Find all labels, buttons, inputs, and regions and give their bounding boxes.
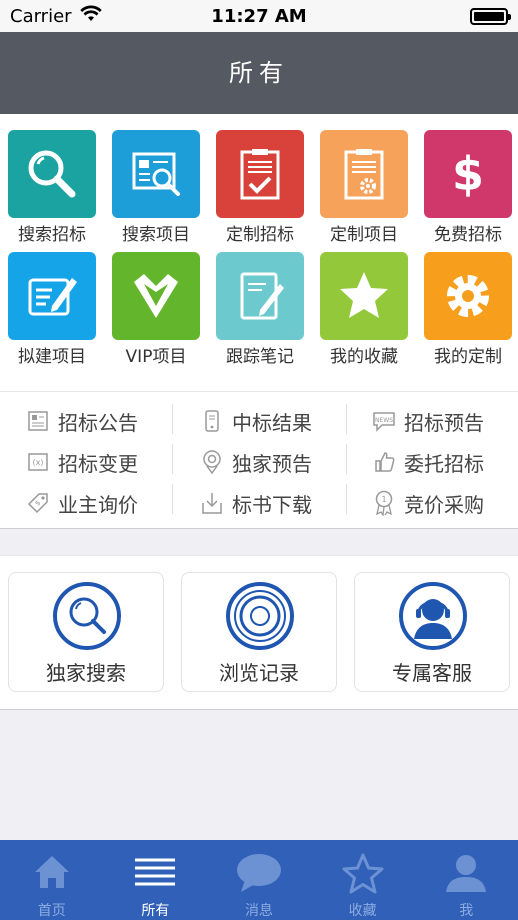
- battery-icon: [470, 8, 511, 25]
- clipboard-gear-icon: [320, 130, 408, 218]
- divider: [172, 444, 173, 474]
- service-cards: 独家搜索 浏览记录 专属客服: [0, 555, 518, 710]
- category-label: 竞价采购: [404, 492, 484, 517]
- tab-home[interactable]: 首页: [0, 840, 104, 920]
- category-label: 招标公告: [58, 410, 138, 435]
- tab-label: 消息: [244, 903, 273, 919]
- card-browsing-history[interactable]: 浏览记录: [181, 572, 337, 692]
- feature-grid: 搜索招标 搜索项目 定制招标 定制项目 $ 免费招标 拟建项目 VIP项目 跟踪…: [0, 114, 518, 391]
- grid-item-label: 我的定制: [434, 347, 502, 367]
- category-bid-announcements[interactable]: 招标公告: [26, 401, 138, 441]
- category-label: 招标变更: [58, 451, 138, 476]
- svg-text:$: $: [33, 499, 42, 508]
- diamond-icon: [112, 252, 200, 340]
- card-customer-service[interactable]: 专属客服: [354, 572, 510, 692]
- user-icon: [414, 852, 518, 894]
- navigation-bar: 所有: [0, 32, 518, 114]
- edit-document-icon: [8, 252, 96, 340]
- svg-text:$: $: [452, 147, 484, 201]
- card-label: 独家搜索: [46, 661, 126, 685]
- document-list-icon: [26, 409, 50, 433]
- category-tender-downloads[interactable]: 标书下载: [200, 483, 312, 523]
- notebook-pen-icon: [216, 252, 304, 340]
- tab-messages[interactable]: 消息: [207, 840, 311, 920]
- grid-item-custom-projects[interactable]: 定制项目: [316, 114, 420, 245]
- search-icon: [8, 130, 96, 218]
- category-label: 标书下载: [232, 492, 312, 517]
- tab-all[interactable]: 所有: [104, 840, 208, 920]
- award-ribbon-icon: 1: [372, 490, 396, 516]
- divider: [346, 484, 347, 514]
- category-label: 业主询价: [58, 492, 138, 517]
- clipboard-check-icon: [216, 130, 304, 218]
- phone-doc-icon: [200, 409, 224, 433]
- category-label: 独家预告: [232, 451, 312, 476]
- grid-item-custom-bids[interactable]: 定制招标: [212, 114, 316, 245]
- grid-item-tracking-notes[interactable]: 跟踪笔记: [212, 236, 316, 367]
- customer-service-icon: [398, 581, 468, 651]
- clock: 11:27 AM: [211, 6, 307, 27]
- divider: [346, 404, 347, 434]
- grid-item-free-bids[interactable]: $ 免费招标: [420, 114, 518, 245]
- search-circle-icon: [52, 581, 122, 651]
- divider: [172, 484, 173, 514]
- category-bid-procurement[interactable]: 1 竞价采购: [372, 483, 484, 523]
- grid-item-search-bids[interactable]: 搜索招标: [4, 114, 108, 245]
- category-bid-changes[interactable]: (x) 招标变更: [26, 442, 138, 482]
- category-label: 中标结果: [232, 410, 312, 435]
- status-bar: Carrier 11:27 AM: [0, 0, 518, 32]
- svg-text:NEWS: NEWS: [375, 417, 393, 424]
- category-bid-previews[interactable]: NEWS 招标预告: [372, 401, 484, 441]
- grid-item-label: VIP项目: [125, 347, 187, 367]
- download-icon: [200, 491, 224, 515]
- tab-label: 我: [459, 903, 474, 919]
- category-exclusive-previews[interactable]: 独家预告: [200, 442, 312, 482]
- tab-me[interactable]: 我: [414, 840, 518, 920]
- search-document-icon: [112, 130, 200, 218]
- category-owner-inquiries[interactable]: $ 业主询价: [26, 483, 138, 523]
- category-links: 招标公告 中标结果 NEWS 招标预告 (x) 招标变更 独家预告 委托招标 $…: [0, 391, 518, 529]
- home-icon: [0, 852, 104, 894]
- tab-label: 首页: [37, 903, 66, 919]
- news-bubble-icon: NEWS: [372, 409, 396, 433]
- grid-item-vip-projects[interactable]: VIP项目: [108, 236, 212, 367]
- gear-icon: [424, 252, 512, 340]
- page-title: 所有: [229, 59, 289, 87]
- thumbs-up-icon: [372, 450, 396, 474]
- grid-item-my-customizations[interactable]: 我的定制: [420, 236, 518, 367]
- svg-text:(x): (x): [33, 458, 44, 467]
- category-label: 招标预告: [404, 410, 484, 435]
- chat-bubble-icon: [207, 852, 311, 894]
- grid-item-proposed-projects[interactable]: 拟建项目: [4, 236, 108, 367]
- grid-item-label: 拟建项目: [18, 347, 86, 367]
- tab-favorites[interactable]: 收藏: [311, 840, 415, 920]
- card-label: 专属客服: [392, 661, 472, 685]
- dollar-icon: $: [424, 130, 512, 218]
- grid-item-my-favorites[interactable]: 我的收藏: [316, 236, 420, 367]
- grid-item-label: 我的收藏: [330, 347, 398, 367]
- grid-item-search-projects[interactable]: 搜索项目: [108, 114, 212, 245]
- divider: [346, 444, 347, 474]
- history-rings-icon: [225, 581, 295, 651]
- location-pin-icon: [200, 450, 224, 474]
- star-outline-icon: [311, 852, 415, 894]
- svg-text:1: 1: [381, 495, 386, 504]
- grid-item-label: 跟踪笔记: [226, 347, 294, 367]
- price-tag-icon: $: [26, 491, 50, 515]
- category-winning-results[interactable]: 中标结果: [200, 401, 312, 441]
- tab-label: 所有: [141, 903, 170, 919]
- category-commissioned-bids[interactable]: 委托招标: [372, 442, 484, 482]
- star-icon: [320, 252, 408, 340]
- tab-bar: 首页 所有 消息 收藏 我: [0, 840, 518, 920]
- card-exclusive-search[interactable]: 独家搜索: [8, 572, 164, 692]
- divider: [172, 404, 173, 434]
- tab-label: 收藏: [348, 903, 377, 919]
- variable-doc-icon: (x): [26, 450, 50, 474]
- list-icon: [104, 852, 208, 894]
- category-label: 委托招标: [404, 451, 484, 476]
- card-label: 浏览记录: [219, 661, 299, 685]
